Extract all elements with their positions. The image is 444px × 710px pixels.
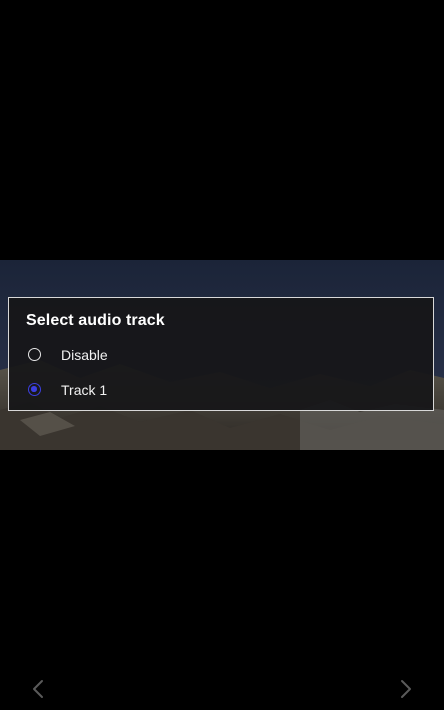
chevron-right-icon[interactable] [393, 677, 417, 701]
chevron-left-icon[interactable] [27, 677, 51, 701]
option-label-track-1: Track 1 [61, 382, 108, 398]
option-disable[interactable]: Disable [9, 338, 433, 372]
dialog-title: Select audio track [26, 312, 165, 329]
video-player-screen: Select audio track Disable Track 1 [0, 0, 444, 710]
radio-disable[interactable] [28, 348, 41, 361]
audio-track-dialog: Select audio track Disable Track 1 [8, 297, 434, 411]
option-track-1[interactable]: Track 1 [9, 373, 433, 407]
option-label-disable: Disable [61, 347, 108, 363]
radio-track-1[interactable] [28, 383, 41, 396]
